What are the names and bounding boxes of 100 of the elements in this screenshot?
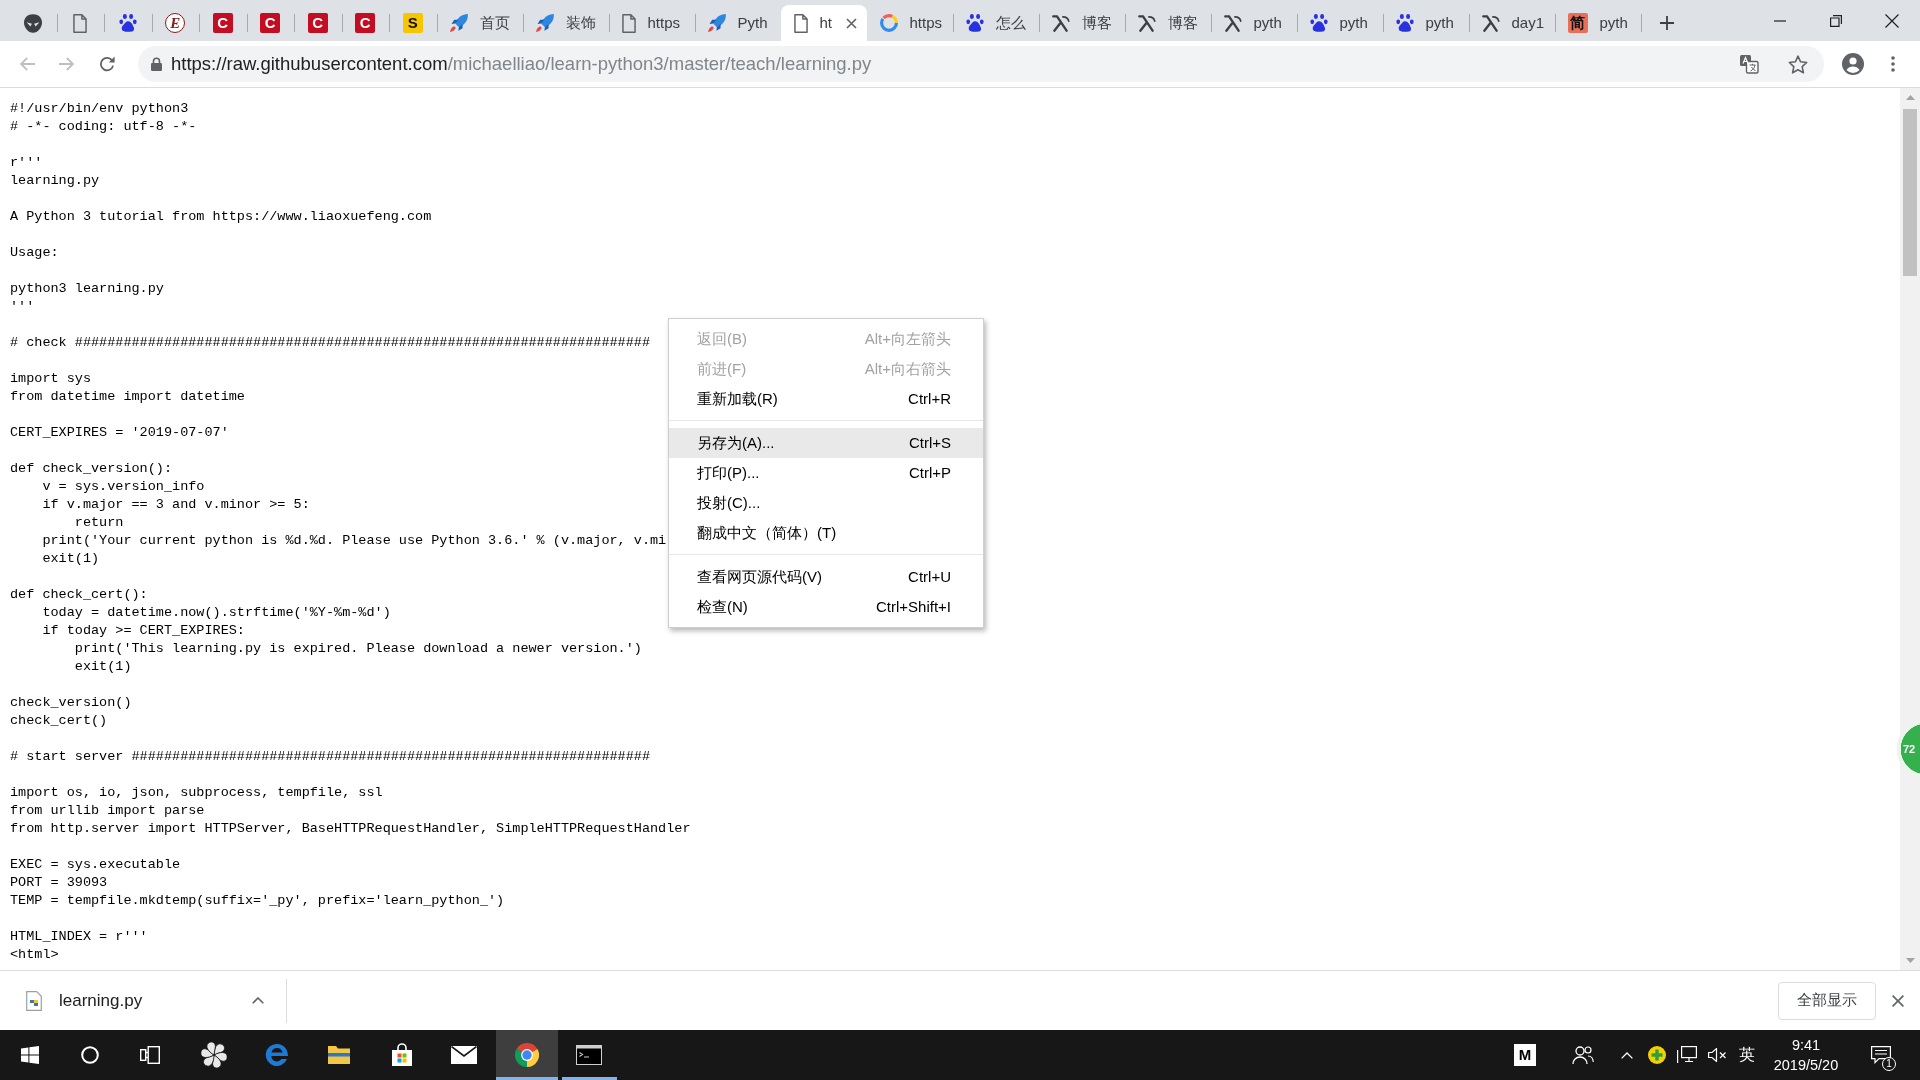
code-line: ''' xyxy=(10,299,35,314)
paw-icon xyxy=(118,14,137,32)
code-line: EXEC = sys.executable xyxy=(10,857,181,872)
site-logo: E xyxy=(165,13,186,33)
menu-item[interactable]: 检查(N) Ctrl+Shift+I xyxy=(669,592,983,622)
page-icon xyxy=(621,13,636,33)
taskbar-button[interactable] xyxy=(495,1030,558,1080)
tab[interactable]: ht xyxy=(780,5,867,41)
site-logo: 简 xyxy=(1567,13,1588,33)
avatar-icon xyxy=(1842,53,1864,75)
file-name[interactable]: learning.py xyxy=(59,987,143,1014)
task-view-icon xyxy=(140,1046,160,1064)
code-line: Usage: xyxy=(10,245,59,260)
code-line: if today >= CERT_EXPIRES: xyxy=(42,623,245,638)
page-icon xyxy=(73,13,88,33)
site-logo: C xyxy=(212,13,233,33)
tab[interactable]: 简 pyth xyxy=(1554,5,1641,41)
lock-icon xyxy=(151,57,162,71)
volume-muted-icon[interactable] xyxy=(1707,1048,1727,1062)
minimize-icon xyxy=(1774,19,1786,22)
code-line: v = sys.version_info xyxy=(42,479,205,494)
circle-icon xyxy=(81,1046,99,1064)
plus-circle-icon[interactable] xyxy=(1648,1046,1666,1064)
network-icon[interactable] xyxy=(1677,1046,1697,1064)
menu-item[interactable]: 查看网页源代码(V) Ctrl+U xyxy=(669,562,983,592)
tab[interactable]: pyth xyxy=(1296,5,1383,41)
input-method-indicator[interactable]: M xyxy=(1514,1044,1536,1066)
menu-item[interactable]: 翻成中文（简体）(T) xyxy=(669,518,983,548)
people-icon[interactable] xyxy=(1572,1045,1594,1065)
shopping-bag-icon xyxy=(389,1043,414,1067)
tab[interactable]: https xyxy=(866,5,953,41)
menu-item[interactable]: 重新加载(R) Ctrl+R xyxy=(669,384,983,414)
site-logo: C xyxy=(307,13,328,33)
paw-icon xyxy=(1395,14,1414,32)
scroll-thumb[interactable] xyxy=(1903,109,1917,276)
ball-text: 72 xyxy=(1903,742,1916,757)
code-line: # -*- coding: utf-8 -*- xyxy=(10,119,197,134)
code-line: PORT = 39093 xyxy=(10,875,108,890)
lambda-icon xyxy=(1137,14,1156,32)
site-logo: S xyxy=(402,13,423,33)
close-icon[interactable] xyxy=(1892,994,1904,1007)
close-icon[interactable] xyxy=(845,17,857,29)
code-line: import sys xyxy=(10,371,91,386)
tab[interactable]: 博客 xyxy=(1124,5,1211,41)
code-line: return xyxy=(74,515,124,530)
notification-count: 1 xyxy=(1882,1057,1896,1071)
language-indicator[interactable]: 英 xyxy=(1732,1043,1762,1067)
tab[interactable]: 装饰 xyxy=(522,5,609,41)
paw-icon xyxy=(965,14,984,32)
code-line: HTML_INDEX = r''' xyxy=(10,929,148,944)
tab[interactable]: Pyth xyxy=(694,5,781,41)
rocket-icon xyxy=(707,14,726,32)
tab[interactable]: 博客 xyxy=(1038,5,1125,41)
code-line: from urllib import parse xyxy=(10,803,205,818)
paw-icon xyxy=(1309,14,1328,32)
file-icon xyxy=(26,990,42,1011)
tab[interactable]: pyth xyxy=(1382,5,1469,41)
menu-item[interactable]: 另存为(A)... Ctrl+S xyxy=(669,428,983,458)
code-line: CERT_EXPIRES = '2019-07-07' xyxy=(10,425,229,440)
tab[interactable]: C xyxy=(199,5,247,41)
terminal-icon xyxy=(576,1045,603,1065)
code-line: check_version() xyxy=(10,695,132,710)
windows-logo-icon xyxy=(21,1046,39,1064)
chevron-up-icon[interactable] xyxy=(252,997,264,1004)
translate-icon[interactable] xyxy=(1739,54,1759,74)
tab[interactable]: 怎么 xyxy=(952,5,1039,41)
rocket-icon xyxy=(535,14,554,32)
rocket-icon xyxy=(449,14,468,32)
menu-item[interactable]: 打印(P)... Ctrl+P xyxy=(669,458,983,488)
tab[interactable]: pyth xyxy=(1210,5,1297,41)
tab[interactable]: C xyxy=(294,5,342,41)
code-line: if v.major == 3 and v.minor >= 5: xyxy=(42,497,310,512)
reload-icon xyxy=(99,56,115,72)
code-line: A Python 3 tutorial from https://www.liaoxuefeng.com xyxy=(10,209,432,224)
arrow-left-icon xyxy=(19,57,35,71)
tab[interactable]: C xyxy=(246,5,294,41)
clock-button[interactable]: 9:41 2019/5/20 xyxy=(1770,1030,1842,1080)
lambda-icon xyxy=(1051,14,1070,32)
code-line: python3 learning.py xyxy=(10,281,164,296)
show-all-button[interactable]: 全部显示 xyxy=(1778,981,1876,1020)
site-logo: C xyxy=(260,13,281,33)
star-icon[interactable] xyxy=(1788,54,1808,74)
code-line: from http.server import HTTPServer, BaseHTTPRequestHandler, SimpleHTTPRequestHandler xyxy=(10,821,691,836)
ring-icon xyxy=(879,14,898,32)
tab[interactable]: E xyxy=(151,5,199,41)
code-line: r''' xyxy=(10,155,43,170)
site-logo: C xyxy=(355,13,376,33)
address-bar[interactable]: https://raw.githubusercontent.com/michaelliao/learn-python3/master/teach/learning.py xyxy=(138,46,1824,82)
tab[interactable]: 首页 xyxy=(436,5,523,41)
code-line: exit(1) xyxy=(74,659,132,674)
code-line: # check ####################################################################### xyxy=(10,335,650,350)
restore-icon xyxy=(1830,14,1842,27)
tab[interactable]: C xyxy=(341,5,389,41)
code-line: def check_cert(): xyxy=(10,587,148,602)
menu-item[interactable]: 投射(C)... xyxy=(669,488,983,518)
lambda-icon xyxy=(1223,14,1242,32)
envelope-icon xyxy=(451,1046,478,1064)
tab[interactable]: S xyxy=(389,5,437,41)
tab[interactable]: day1 xyxy=(1468,5,1555,41)
tab[interactable]: https xyxy=(608,5,695,41)
